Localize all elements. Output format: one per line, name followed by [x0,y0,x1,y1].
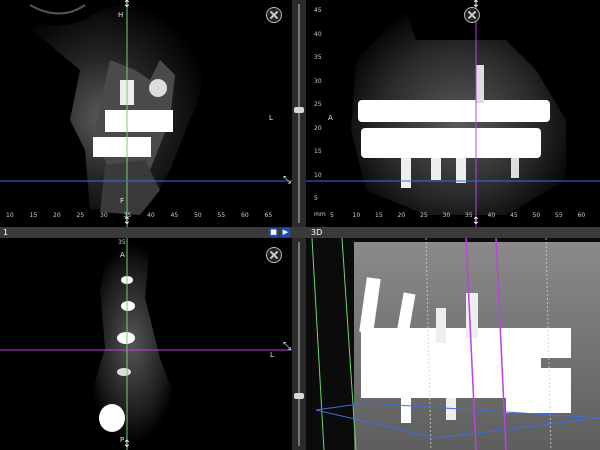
ruler-tick-label: 50 [532,212,541,219]
ruler-tick-label: 60 [241,212,249,219]
orientation-bottom-label: F [120,197,125,205]
ruler-tick-label: 65 [264,212,273,219]
sagittal-image [306,0,600,227]
ruler-tick-label: 30 [314,77,322,85]
ruler-tick-label: 15 [314,148,322,155]
play-blue-icon[interactable]: ▶ [281,228,290,237]
volume-pane-label: 3D [311,228,323,237]
ruler-tick-label: 35 [123,212,132,219]
crosshair-handle-icon[interactable]: ↕ [122,0,132,10]
ruler-tick-label: 45 [510,212,518,219]
orientation-right-label: L [270,351,274,359]
ruler-tick-label: 30 [442,212,451,219]
ruler-tick-label: 30 [100,212,108,219]
ruler-tick-label: 55 [555,212,563,219]
crosshair-handle-icon[interactable]: ↕ [122,440,132,450]
ruler-tick-label: 35 [465,212,473,219]
orientation-right-label: L [269,114,273,122]
ruler-tick-label: 25 [76,212,85,219]
ruler-tick-label: 50 [194,212,202,219]
volume-render-pane[interactable] [306,238,600,450]
square-blue-icon[interactable]: ■ [269,228,278,237]
scroll-thumb[interactable] [294,107,304,113]
ruler-tick-label: 55 [217,212,226,219]
axial-view-pane[interactable]: 35 A L P ⤡ ↕ [0,238,292,450]
ruler-tick-label: 40 [147,212,155,219]
close-circle-icon[interactable] [266,7,282,23]
ruler-tick-label: 20 [314,124,322,132]
ruler-tick-label: 45 [314,7,322,14]
scroll-rail [298,242,300,446]
ruler-tick-label: 25 [420,212,428,219]
volume-render-image [306,238,600,450]
ruler-tick-label: 10 [314,171,322,179]
ruler-tick-label: 10 [6,212,14,219]
diagonal-arrows-icon[interactable]: ⤡ [282,342,292,352]
scroll-thumb[interactable] [294,393,304,399]
view-toolbar: 1 ■ ▶ 3D [0,227,600,238]
close-circle-icon[interactable] [464,7,480,23]
ruler-tick-label: 40 [314,30,322,38]
ruler-tick-label: 35 [314,54,322,61]
orientation-top-label: H [118,11,124,19]
ruler-tick-label: 45 [170,212,179,219]
ruler-tick-label: 15 [29,212,38,219]
orientation-left-label: A [328,114,333,122]
diagonal-arrows-icon[interactable]: ⤡ [282,176,292,186]
close-circle-icon[interactable] [266,247,282,263]
ruler-tick-label: 25 [314,101,322,108]
slice-scrollbar[interactable] [292,0,306,227]
ruler-tick-label: 15 [375,212,383,219]
ruler-tick-label: 5 [330,212,334,219]
ruler-tick-label: 20 [53,212,61,219]
ruler-tick-label: 60 [577,212,586,219]
slice-scrollbar[interactable] [292,238,306,450]
orientation-top-label: A [120,251,125,259]
slice-number: 35 [118,239,126,246]
scroll-rail [298,4,300,223]
axial-pane-label: 1 [3,228,9,237]
coronal-image [0,0,292,227]
sagittal-view-pane[interactable]: H A ↕ ↕ 45403530252015105 51015202530354… [306,0,600,227]
axial-image [0,238,292,450]
ruler-tick-label: 20 [397,212,406,219]
ruler-tick-label: 10 [352,212,361,219]
ruler-tick-label: 5 [314,195,318,202]
ruler-tick-label: 40 [487,212,496,219]
coronal-view-pane[interactable]: H L F ↕ ↕ ⤡ 10 15 20 25 30 35 40 45 50 55 60 65 [0,0,292,227]
unit-label: mm [314,211,326,218]
